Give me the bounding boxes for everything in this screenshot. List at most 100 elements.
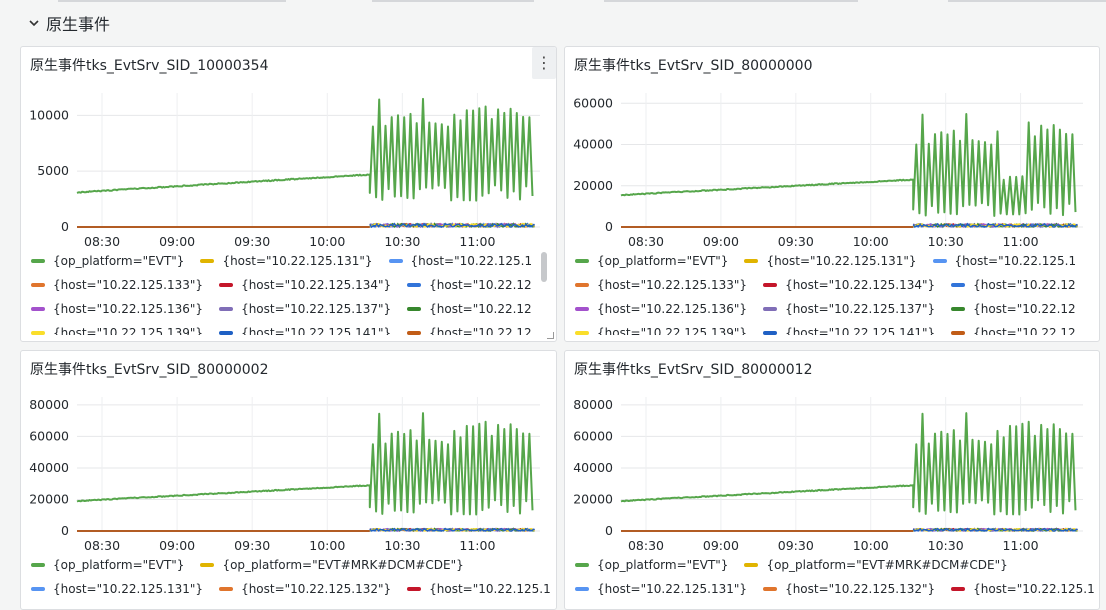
panel-sid-80000002[interactable]: 原生事件tks_EvtSrv_SID_80000002 0 20000 40000 6…: [20, 350, 557, 610]
legend-item[interactable]: {op_platform="EVT"}: [31, 558, 184, 572]
legend-item[interactable]: {host="10.22.125.142"}: [407, 326, 531, 335]
legend-item[interactable]: {host="10.22.125.135"}: [407, 278, 531, 292]
legend-item[interactable]: {host="10.22.125.134"}: [219, 278, 391, 292]
legend-label: {host="10.22.125.138"}: [429, 302, 531, 316]
x-tick-label: 09:00: [159, 234, 195, 249]
legend-item[interactable]: {host="10.22.125.132"}: [932, 254, 1075, 268]
y-tick-label: 20000: [29, 491, 69, 506]
x-tick-label: 09:30: [234, 234, 270, 249]
legend-label: {host="10.22.125.134"}: [241, 278, 392, 292]
legend-row: {host="10.22.125.133"} {host="10.22.125.1…: [575, 273, 1075, 297]
legend-item[interactable]: {host="10.22.125.131"}: [200, 254, 373, 268]
legend-item[interactable]: {op_platform="EVT#MRK#DCM#CDE"}: [744, 558, 1008, 572]
legend: {op_platform="EVT"} {op_platform="EVT#MRK…: [31, 553, 551, 609]
y-tick-label: 80000: [29, 397, 69, 412]
legend-swatch: [951, 331, 966, 335]
legend-label: {op_platform="EVT#MRK#DCM#CDE"}: [222, 558, 464, 572]
legend-item[interactable]: {host="10.22.125.141"}: [219, 326, 391, 335]
x-tick-label: 11:00: [1003, 234, 1039, 249]
time-series-chart: 0 5000 10000 08:30 09:00 09:30 10:00 10:30 11:00: [29, 93, 540, 249]
legend-label: {op_platform="EVT"}: [597, 254, 729, 268]
legend-swatch: [219, 283, 234, 287]
legend-row: {host="10.22.125.139"} {host="10.22.125.1…: [31, 321, 531, 335]
chevron-down-icon[interactable]: [28, 17, 40, 29]
legend: {op_platform="EVT"} {op_platform="EVT#MRK…: [575, 553, 1095, 609]
legend-label: {op_platform="EVT#MRK#DCM#CDE"}: [766, 558, 1008, 572]
legend-label: {host="10.22.125.142"}: [429, 326, 531, 335]
legend-swatch: [575, 563, 589, 567]
y-tick-label: 20000: [573, 491, 613, 506]
legend-item[interactable]: {host="10.22.125.137"}: [219, 302, 391, 316]
legend-label: {host="10.22.125.133"}: [597, 278, 748, 292]
legend-label: {host="10.22.125.141"}: [241, 326, 392, 335]
legend-swatch: [407, 283, 422, 287]
legend-item[interactable]: {host="10.22.125.135"}: [951, 278, 1075, 292]
legend: {op_platform="EVT"} {host="10.22.125.131"…: [31, 249, 531, 335]
legend-item[interactable]: {host="10.22.125.136"}: [575, 302, 747, 316]
legend-item[interactable]: {op_platform="EVT#MRK#DCM#CDE"}: [200, 558, 464, 572]
legend-item[interactable]: {op_platform="EVT"}: [575, 558, 728, 572]
legend-label: {op_platform="EVT"}: [597, 558, 729, 572]
legend-swatch: [575, 587, 589, 591]
legend-swatch: [31, 587, 45, 591]
legend-item[interactable]: {host="10.22.125.138"}: [951, 302, 1075, 316]
legend-label: {host="10.22.125.134"}: [785, 278, 936, 292]
legend-item[interactable]: {host="10.22.125.141"}: [763, 326, 935, 335]
legend-row: {host="10.22.125.131"} {host="10.22.125.1…: [31, 577, 551, 601]
panel-sid-10000354[interactable]: 原生事件tks_EvtSrv_SID_10000354 ⋮ 0 5000 10000…: [20, 46, 557, 342]
panel-sid-80000012[interactable]: 原生事件tks_EvtSrv_SID_80000012 0 20000 40000 6…: [564, 350, 1100, 610]
legend-item[interactable]: {host="10.22.125.132"}: [388, 254, 532, 268]
y-tick-label: 10000: [29, 107, 69, 122]
x-tick-label: 09:00: [703, 538, 739, 553]
legend-item[interactable]: {host="10.22.125.139"}: [31, 326, 203, 335]
legend-item[interactable]: {host="10.22.125.137"}: [763, 302, 935, 316]
x-tick-label: 08:30: [628, 538, 664, 553]
legend-item[interactable]: {host="10.22.125.133"}: [575, 278, 747, 292]
legend-row: {op_platform="EVT"} {host="10.22.125.131"…: [575, 249, 1075, 273]
x-tick-label: 10:00: [853, 234, 889, 249]
y-tick-label: 40000: [573, 460, 613, 475]
previous-row-edge: [0, 0, 1106, 2]
legend-swatch: [951, 283, 966, 287]
y-tick-label: 40000: [573, 137, 613, 152]
row-header[interactable]: 原生事件: [28, 10, 110, 36]
legend-swatch: [407, 307, 422, 311]
x-tick-label: 10:00: [309, 234, 345, 249]
legend-label: {host="10.22.125.132"}: [410, 254, 532, 268]
legend-scrollbar[interactable]: [541, 252, 547, 282]
legend-item[interactable]: {host="10.22.125.131"}: [744, 254, 917, 268]
x-tick-label: 08:30: [628, 234, 664, 249]
legend-item[interactable]: {host="10.22.125.133"}: [31, 278, 203, 292]
legend-label: {host="10.22.125.137"}: [241, 302, 392, 316]
legend-item[interactable]: {host="10.22.125.139"}: [575, 326, 747, 335]
panel-sid-80000000[interactable]: 原生事件tks_EvtSrv_SID_80000000 0 20000 40000 6…: [564, 46, 1100, 342]
legend-swatch: [219, 587, 234, 591]
legend-item[interactable]: {host="10.22.125.142"}: [951, 326, 1075, 335]
x-tick-label: 10:00: [853, 538, 889, 553]
resize-handle[interactable]: [547, 332, 554, 339]
legend-item[interactable]: {host="10.22.125.134"}: [763, 278, 935, 292]
legend-swatch: [575, 283, 589, 287]
series-line-op-platform-evt: [620, 113, 1077, 217]
legend-label: {host="10.22.125.131"}: [222, 254, 373, 268]
legend-label: {host="10.22.125.139"}: [53, 326, 204, 335]
x-tick-label: 10:30: [384, 538, 420, 553]
legend-swatch: [763, 283, 778, 287]
legend-row: {op_platform="EVT"} {host="10.22.125.131"…: [31, 249, 531, 273]
y-tick-label: 5000: [37, 163, 69, 178]
legend-item[interactable]: {op_platform="EVT"}: [575, 254, 728, 268]
row-title: 原生事件: [46, 15, 111, 34]
legend-swatch: [744, 563, 759, 567]
y-tick-label: 0: [605, 523, 613, 538]
series-line-op-platform-evt: [76, 97, 534, 202]
y-tick-label: 60000: [573, 428, 613, 443]
legend-item[interactable]: {host="10.22.125.136"}: [31, 302, 203, 316]
legend-item[interactable]: {host="10.22.125.138"}: [407, 302, 531, 316]
x-tick-label: 11:00: [459, 234, 495, 249]
legend-row: {op_platform="EVT"} {op_platform="EVT#MRK…: [31, 553, 551, 577]
legend-swatch: [951, 587, 966, 591]
legend-swatch: [744, 259, 759, 263]
legend-swatch: [219, 307, 234, 311]
y-tick-label: 0: [61, 523, 69, 538]
legend-item[interactable]: {op_platform="EVT"}: [31, 254, 184, 268]
